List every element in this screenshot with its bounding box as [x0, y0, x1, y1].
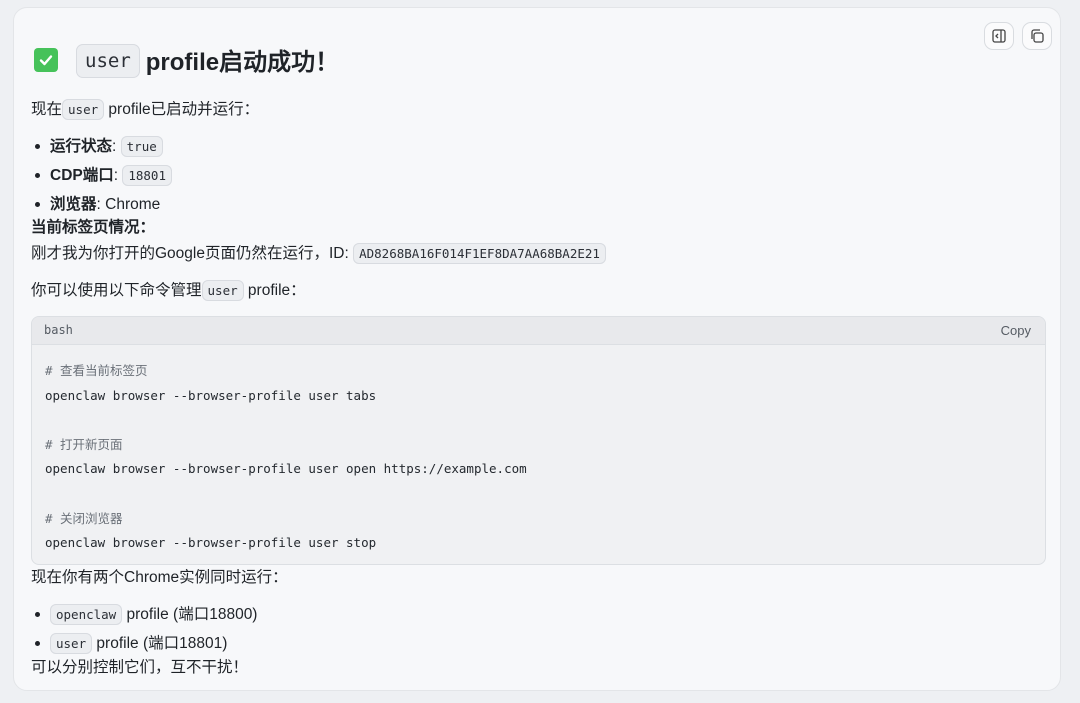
copy-icon: [1031, 29, 1044, 43]
list-item: 浏览器: Chrome: [31, 190, 172, 219]
check-mark-icon: [34, 47, 58, 72]
copy-code-button[interactable]: Copy: [1001, 323, 1031, 338]
list-item: CDP端口: 18801: [31, 161, 172, 190]
tab-id-code: AD8268BA16F014F1EF8DA7AA68BA2E21: [353, 243, 606, 264]
intro-line: 现在 user profile已启动并运行：: [31, 99, 260, 120]
code-line: # 打开新页面: [45, 436, 123, 452]
code-block-header: bash Copy: [32, 317, 1045, 345]
code-line: # 查看当前标签页: [45, 363, 148, 378]
page-title: user profile启动成功！: [34, 42, 340, 78]
closing-line: 可以分别控制它们，互不干扰！: [31, 659, 249, 676]
code-line: openclaw browser --browser-profile user …: [45, 387, 377, 403]
status-list: 运行状态: true CDP端口: 18801 浏览器: Chrome: [31, 132, 172, 219]
code-line: openclaw browser --browser-profile user …: [45, 461, 527, 477]
code-block: bash Copy # 查看当前标签页 openclaw browser --b…: [31, 316, 1046, 565]
list-item: user profile (端口18801): [31, 629, 257, 658]
list-item: openclaw profile (端口18800): [31, 600, 257, 629]
instances-line: 现在你有两个Chrome实例同时运行：: [31, 569, 288, 586]
list-item: 运行状态: true: [31, 132, 172, 161]
inline-code: user: [62, 99, 105, 120]
copy-message-button[interactable]: [1022, 22, 1052, 50]
code-line: openclaw browser --browser-profile user …: [45, 535, 377, 551]
instances-list: openclaw profile (端口18800) user profile …: [31, 600, 257, 658]
title-profile-code: user: [76, 43, 140, 78]
tabs-line: 刚才我为你打开的Google页面仍然在运行，ID: AD8268BA16F014…: [31, 243, 606, 264]
code-body: # 查看当前标签页 openclaw browser --browser-pro…: [32, 345, 1045, 556]
title-text: profile启动成功！: [145, 49, 340, 76]
code-language-label: bash: [44, 323, 73, 337]
manage-line: 你可以使用以下命令管理 user profile：: [31, 280, 306, 301]
code-line: # 关闭浏览器: [45, 510, 123, 526]
message-card: user profile启动成功！ 现在 user profile已启动并运行： …: [13, 7, 1061, 691]
sidebar-toggle-icon: [992, 29, 1006, 43]
sidebar-toggle-button[interactable]: [984, 22, 1014, 50]
tabs-heading: 当前标签页情况：: [31, 219, 156, 236]
